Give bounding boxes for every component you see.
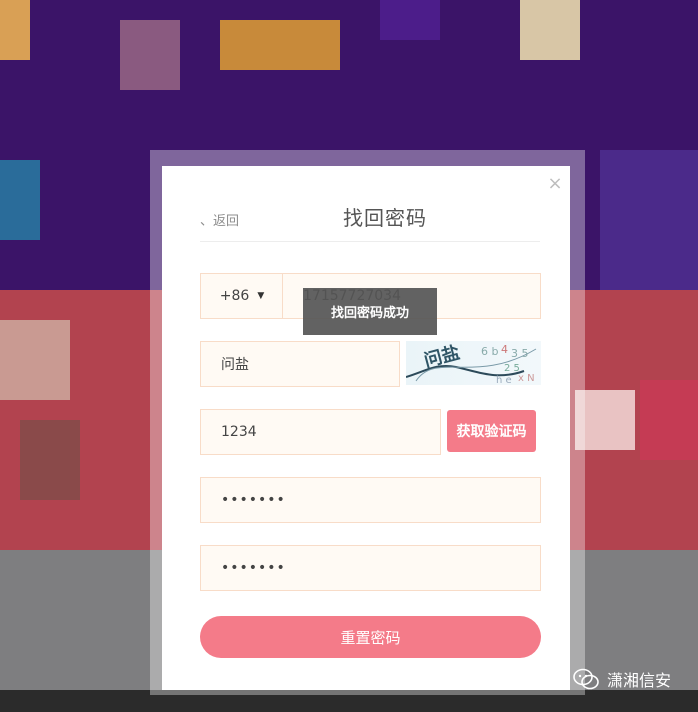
close-icon[interactable]: × [545, 174, 565, 194]
bg-pixel [600, 150, 698, 290]
success-toast: 找回密码成功 [303, 288, 437, 335]
watermark-text: 潇湘信安 [607, 671, 672, 690]
bg-pixel [120, 20, 180, 90]
bg-pixel [640, 380, 698, 460]
captcha-image[interactable]: 问盐 6 b 4 3 5 2 5 h e x N [405, 341, 541, 386]
country-code-value: +86 [219, 288, 250, 304]
back-link[interactable]: 、返回 [200, 210, 239, 229]
wechat-icon [573, 668, 599, 690]
new-password-input[interactable]: ••••••• [200, 477, 541, 523]
image-captcha-input[interactable]: 问盐 [200, 341, 400, 387]
bg-pixel [380, 0, 440, 40]
title-divider [200, 241, 540, 242]
captcha-noise: 6 b [481, 345, 498, 358]
captcha-noise: 4 [501, 343, 508, 356]
watermark: 潇湘信安 [573, 667, 671, 691]
country-code-select[interactable]: +86 ▼ [200, 273, 284, 319]
reset-password-button[interactable]: 重置密码 [200, 616, 541, 658]
confirm-password-input[interactable]: ••••••• [200, 545, 541, 591]
dialog-title: 找回密码 [343, 206, 427, 230]
captcha-noise: h e [496, 375, 512, 385]
sms-code-input[interactable]: 1234 [200, 409, 441, 455]
bg-pixel [520, 0, 580, 60]
captcha-graphic: 问盐 6 b 4 3 5 2 5 h e x N [405, 341, 537, 386]
get-sms-code-button[interactable]: 获取验证码 [447, 410, 536, 452]
bg-pixel [20, 420, 80, 500]
chevron-down-icon: ▼ [257, 291, 265, 301]
bg-pixel [0, 160, 40, 240]
captcha-noise: x N [518, 373, 535, 384]
captcha-noise: 3 5 [511, 347, 529, 360]
bg-pixel [220, 20, 340, 70]
bg-pixel [0, 0, 30, 60]
bg-pixel [0, 320, 70, 400]
